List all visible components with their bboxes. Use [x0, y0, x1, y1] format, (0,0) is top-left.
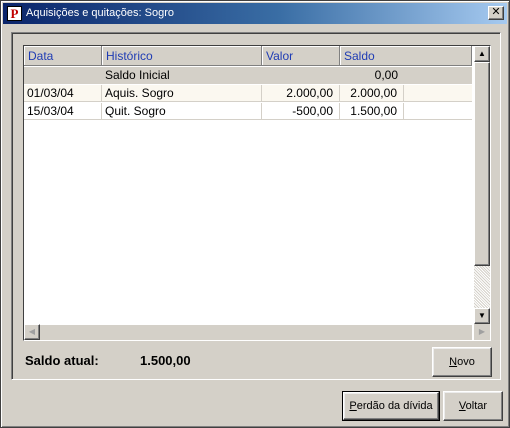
voltar-accel: V: [458, 400, 466, 412]
scroll-track[interactable]: [474, 266, 490, 308]
date-cell: 01/03/04: [24, 85, 102, 102]
app-icon: P: [7, 6, 22, 21]
current-balance-label: Saldo atual:: [25, 353, 99, 368]
perdao-label: erdão da dívida: [356, 400, 433, 412]
initial-saldo-cell: 0,00: [374, 68, 398, 82]
column-header-historico[interactable]: Histórico: [102, 46, 262, 66]
voltar-button[interactable]: Voltar: [443, 391, 503, 421]
scroll-left-button[interactable]: ◀: [24, 324, 40, 340]
novo-label: ovo: [457, 356, 475, 368]
arrow-right-icon: ▶: [478, 327, 486, 336]
perdao-da-divida-button[interactable]: Perdão da dívida: [342, 391, 440, 421]
grid-header: Data Histórico Valor Saldo: [24, 46, 472, 66]
arrow-left-icon: ◀: [28, 327, 36, 336]
saldo-cell: 2.000,00: [340, 85, 404, 102]
historico-cell: Aquis. Sogro: [102, 85, 262, 102]
horizontal-scrollbar[interactable]: ◀: [24, 324, 472, 340]
saldo-cell: 1.500,00: [340, 103, 404, 120]
scroll-thumb[interactable]: [474, 62, 490, 266]
arrow-down-icon: ▼: [478, 311, 486, 320]
valor-cell: 2.000,00: [262, 85, 340, 102]
table-row[interactable]: 15/03/04 Quit. Sogro -500,00 1.500,00: [24, 103, 472, 120]
table-row[interactable]: 01/03/04 Aquis. Sogro 2.000,00 2.000,00: [24, 85, 472, 102]
voltar-label: oltar: [465, 400, 488, 412]
close-button[interactable]: ✕: [488, 6, 504, 20]
column-header-data[interactable]: Data: [24, 46, 102, 66]
window-title: Aquisições e quitações: Sogro: [26, 7, 174, 19]
scroll-up-button[interactable]: ▲: [474, 46, 490, 62]
valor-cell: -500,00: [262, 103, 340, 120]
perdao-accel: P: [349, 400, 357, 412]
column-header-saldo[interactable]: Saldo: [340, 46, 472, 66]
historico-cell: Quit. Sogro: [102, 103, 262, 120]
scroll-down-button[interactable]: ▼: [474, 308, 490, 324]
title-bar[interactable]: P Aquisições e quitações: Sogro ✕: [3, 3, 507, 24]
table-row-initial[interactable]: Saldo Inicial 0,00: [24, 67, 472, 84]
novo-button[interactable]: Novo: [432, 347, 492, 377]
vertical-scrollbar[interactable]: ▲ ▼: [474, 46, 490, 324]
dialog-window: P Aquisições e quitações: Sogro ✕ Data H…: [0, 0, 510, 428]
current-balance-value: 1.500,00: [140, 353, 191, 368]
horizontal-scroll-track[interactable]: [40, 324, 472, 340]
scroll-right-button[interactable]: ▶: [474, 324, 490, 340]
novo-accel: N: [449, 356, 458, 368]
initial-label-cell: Saldo Inicial: [105, 68, 170, 82]
close-icon: ✕: [491, 6, 501, 18]
scrollbar-corner: ▶: [474, 324, 490, 340]
arrow-up-icon: ▲: [478, 49, 486, 58]
column-header-valor[interactable]: Valor: [262, 46, 340, 66]
transactions-grid[interactable]: Data Histórico Valor Saldo Saldo Inicial…: [23, 45, 491, 341]
date-cell: 15/03/04: [24, 103, 102, 120]
